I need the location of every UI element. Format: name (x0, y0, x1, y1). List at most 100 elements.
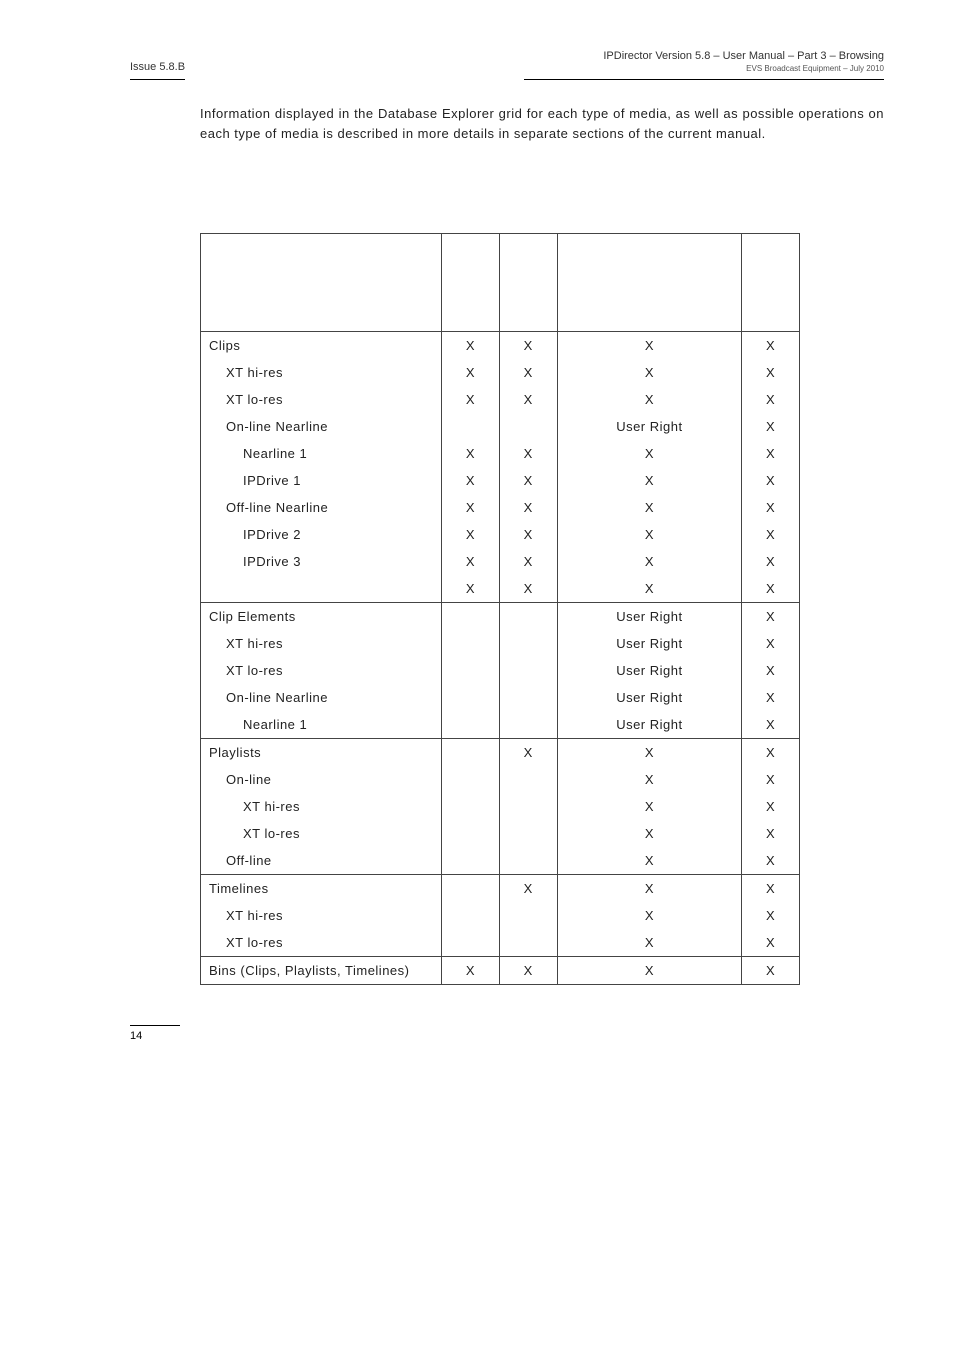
data-cell: X (742, 630, 800, 657)
data-cell: X (742, 467, 800, 494)
row-label: Nearline 1 (201, 440, 442, 467)
table-row: On-lineXX (201, 766, 800, 793)
row-label: Playlists (201, 739, 442, 767)
data-cell: X (742, 902, 800, 929)
table-row: IPDrive 1XXXX (201, 467, 800, 494)
data-cell: X (742, 494, 800, 521)
row-label (201, 575, 442, 603)
header-right-main: IPDirector Version 5.8 – User Manual – P… (603, 50, 884, 62)
data-cell: X (442, 440, 500, 467)
data-cell: X (557, 440, 741, 467)
row-label: XT hi-res (201, 359, 442, 386)
data-cell (499, 847, 557, 875)
table-row: XT lo-res XX (201, 820, 800, 847)
data-cell: X (742, 386, 800, 413)
data-cell: X (499, 359, 557, 386)
table-row: XT lo-resXXXX (201, 386, 800, 413)
table-row: XXXX (201, 575, 800, 603)
table-row: Clip ElementsUser RightX (201, 603, 800, 631)
table-row: Nearline 1XXXX (201, 440, 800, 467)
table-row: TimelinesXXX (201, 875, 800, 903)
footer-rule (130, 1025, 180, 1026)
table-row: IPDrive 3XXXX (201, 548, 800, 575)
data-cell: X (742, 711, 800, 739)
data-cell (442, 847, 500, 875)
data-cell: X (742, 929, 800, 957)
table-row: ClipsXXXX (201, 332, 800, 360)
data-cell: X (557, 820, 741, 847)
data-cell: X (557, 766, 741, 793)
data-cell: User Right (557, 630, 741, 657)
row-label: Bins (Clips, Playlists, Timelines) (201, 957, 442, 985)
data-cell (499, 929, 557, 957)
row-label: Timelines (201, 875, 442, 903)
data-cell (442, 739, 500, 767)
table-row: PlaylistsXXX (201, 739, 800, 767)
table-row: XT hi-resXX (201, 793, 800, 820)
data-cell (442, 875, 500, 903)
row-label: Clips (201, 332, 442, 360)
data-cell (442, 684, 500, 711)
data-cell: User Right (557, 684, 741, 711)
row-label: XT lo-res (201, 929, 442, 957)
data-cell: X (499, 467, 557, 494)
data-table-wrap: ClipsXXXXXT hi-resXXXXXT lo-resXXXXOn-li… (200, 233, 800, 985)
data-cell: X (742, 957, 800, 985)
table-row: XT hi-res User RightX (201, 630, 800, 657)
header-right: IPDirector Version 5.8 – User Manual – P… (603, 50, 884, 73)
data-cell: X (742, 548, 800, 575)
data-cell (442, 657, 500, 684)
header-rule-right (524, 79, 884, 80)
row-label: Off-line Nearline (201, 494, 442, 521)
data-cell: X (557, 467, 741, 494)
page-header: Issue 5.8.B IPDirector Version 5.8 – Use… (130, 50, 884, 73)
data-cell: X (442, 359, 500, 386)
table-row: IPDrive 2XXXX (201, 521, 800, 548)
data-cell: User Right (557, 657, 741, 684)
data-cell: X (742, 603, 800, 631)
row-label: XT lo-res (201, 820, 442, 847)
table-header-cell (499, 234, 557, 332)
data-cell (442, 630, 500, 657)
table-header-row (201, 234, 800, 332)
data-cell: X (557, 929, 741, 957)
data-cell (499, 657, 557, 684)
data-cell: User Right (557, 413, 741, 440)
data-cell: X (499, 739, 557, 767)
data-cell: X (742, 359, 800, 386)
data-cell: X (442, 575, 500, 603)
row-label: XT hi-res (201, 630, 442, 657)
data-cell: X (742, 657, 800, 684)
table-header-cell (442, 234, 500, 332)
row-label: Off-line (201, 847, 442, 875)
data-cell: X (442, 957, 500, 985)
data-cell (499, 820, 557, 847)
data-cell: X (557, 494, 741, 521)
data-cell (442, 413, 500, 440)
row-label: XT hi-res (201, 793, 442, 820)
data-cell: X (442, 332, 500, 360)
data-cell: X (557, 332, 741, 360)
table-header-cell (742, 234, 800, 332)
table-row: Bins (Clips, Playlists, Timelines)XXXX (201, 957, 800, 985)
header-right-sub: EVS Broadcast Equipment – July 2010 (603, 64, 884, 73)
table-header-cell (557, 234, 741, 332)
data-cell: X (557, 847, 741, 875)
data-cell: X (742, 875, 800, 903)
data-cell: X (742, 793, 800, 820)
data-cell (499, 603, 557, 631)
table-row: Off-line NearlineXXXX (201, 494, 800, 521)
data-cell: X (742, 820, 800, 847)
table-row: XT hi-resXXXX (201, 359, 800, 386)
data-cell: X (557, 902, 741, 929)
data-cell: X (557, 548, 741, 575)
header-left: Issue 5.8.B (130, 61, 185, 73)
data-cell: X (557, 359, 741, 386)
data-cell (442, 603, 500, 631)
data-cell (499, 902, 557, 929)
table-row: Off-lineXX (201, 847, 800, 875)
table-row: XT lo-res XX (201, 929, 800, 957)
row-label: IPDrive 1 (201, 467, 442, 494)
data-cell (442, 766, 500, 793)
row-label: On-line Nearline (201, 413, 442, 440)
